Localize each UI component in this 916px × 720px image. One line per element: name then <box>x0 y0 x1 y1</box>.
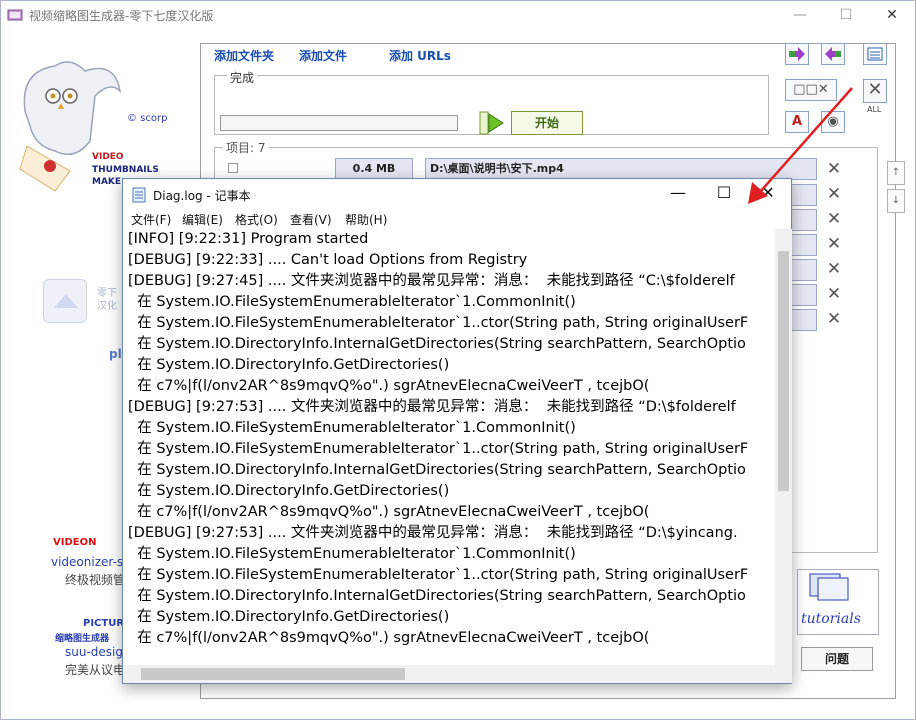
add-folder-link[interactable]: 添加文件夹 <box>214 47 274 64</box>
brand-line-3: MAKE <box>92 177 122 187</box>
checkbox-toggle-icon[interactable]: □□✕ <box>785 79 837 101</box>
videonizer-link[interactable]: videonizer-s <box>51 555 123 569</box>
notepad-title-bar[interactable]: Diag.log - 记事本 — ☐ ✕ <box>123 179 791 209</box>
item-count-label: 项目: 7 <box>223 139 269 156</box>
maximize-button[interactable]: ☐ <box>823 1 869 31</box>
log-line: [DEBUG] [9:27:53] .... 文件夹浏览器中的最常见异常：消息：… <box>128 399 736 415</box>
log-line: 在 c7%|f(l/onv2AR^8s9mqvQ%o".) sgrAtnevEl… <box>128 504 650 520</box>
start-button[interactable]: 开始 <box>511 111 583 135</box>
delete-row-icon[interactable]: ✕ <box>825 235 843 253</box>
film-icon <box>7 9 23 21</box>
row-cell <box>791 184 817 206</box>
log-line: 在 System.IO.DirectoryInfo.InternalGetDir… <box>128 588 746 604</box>
picture-link[interactable]: suu-design <box>65 645 131 659</box>
log-line: 在 System.IO.FileSystemEnumerableIterator… <box>128 420 576 436</box>
delete-row-icon[interactable]: ✕ <box>825 210 843 228</box>
menu-format[interactable]: 格式(O) <box>235 211 278 228</box>
play-icon[interactable] <box>479 111 505 135</box>
move-left-icon[interactable] <box>821 43 845 65</box>
log-line: 在 System.IO.FileSystemEnumerableIterator… <box>128 315 749 331</box>
row-checkbox[interactable] <box>228 163 238 173</box>
notepad-close-button[interactable]: ✕ <box>745 179 791 209</box>
progress-bar <box>220 115 458 131</box>
log-line: [DEBUG] [9:22:33] .... Can't load Option… <box>128 252 528 268</box>
notepad-horizontal-thumb[interactable] <box>141 668 405 680</box>
menu-help[interactable]: 帮助(H) <box>345 211 387 228</box>
delete-row-icon[interactable]: ✕ <box>825 260 843 278</box>
update-text: 零下 汉化 <box>97 288 117 312</box>
add-file-link[interactable]: 添加文件 <box>299 47 347 64</box>
picture-logo[interactable]: PICTUR <box>83 618 124 629</box>
menu-file[interactable]: 文件(F) <box>131 211 171 228</box>
picture-desc: 完美从议电 <box>65 663 126 677</box>
menu-view[interactable]: 查看(V) <box>290 211 332 228</box>
delete-row-icon[interactable]: ✕ <box>825 185 843 203</box>
delete-all-icon[interactable]: ✕ <box>863 79 887 103</box>
row-cell <box>791 209 817 231</box>
update-icon[interactable] <box>43 279 87 323</box>
videonizer-desc: 终极视频管 <box>65 573 126 587</box>
progress-label: 完成 <box>227 69 258 86</box>
picture-subtitle: 缩略图生成器 <box>55 634 110 644</box>
notepad-size-grip <box>775 665 792 683</box>
notepad-minimize-button[interactable]: — <box>655 179 701 209</box>
issue-button[interactable]: 问题 <box>801 647 873 671</box>
log-line: 在 System.IO.DirectoryInfo.InternalGetDir… <box>128 462 746 478</box>
author-credit: © scorp <box>127 113 168 124</box>
videonizer-logo[interactable]: VIDEON <box>53 537 96 548</box>
move-up-button[interactable]: ↑ <box>887 161 905 185</box>
row-cell <box>791 309 817 331</box>
move-down-button[interactable]: ↓ <box>887 189 905 213</box>
disc-icon[interactable]: ◉ <box>821 111 845 133</box>
brand-line-2: THUMBNAILS <box>92 165 159 175</box>
row-cell <box>791 259 817 281</box>
notepad-menu-bar: 文件(F) 编辑(E) 格式(O) 查看(V) 帮助(H) <box>123 209 791 229</box>
log-line: 在 System.IO.DirectoryInfo.InternalGetDir… <box>128 336 746 352</box>
notepad-text-area[interactable]: [INFO] [9:22:31] Program started [DEBUG] … <box>125 229 775 665</box>
tutorials-icon <box>809 573 849 601</box>
delete-row-icon[interactable]: ✕ <box>825 285 843 303</box>
row-cell <box>791 284 817 306</box>
font-icon[interactable]: A <box>785 111 809 133</box>
tutorials-label: tutorials <box>801 611 861 627</box>
log-line: 在 c7%|f(l/onv2AR^8s9mqvQ%o".) sgrAtnevEl… <box>128 630 650 646</box>
log-line: 在 System.IO.FileSystemEnumerableIterator… <box>128 294 576 310</box>
move-right-icon[interactable] <box>785 43 809 65</box>
log-line: 在 System.IO.FileSystemEnumerableIterator… <box>128 546 576 562</box>
file-size-cell: 0.4 MB <box>335 158 413 180</box>
title-bar: 视频缩略图生成器-零下七度汉化版 — ☐ ✕ <box>1 1 915 31</box>
log-line: 在 c7%|f(l/onv2AR^8s9mqvQ%o".) sgrAtnevEl… <box>128 378 650 394</box>
delete-row-icon[interactable]: ✕ <box>825 310 843 328</box>
menu-edit[interactable]: 编辑(E) <box>182 211 223 228</box>
delete-row-icon[interactable]: ✕ <box>825 160 843 178</box>
row-cell <box>791 234 817 256</box>
log-line: 在 System.IO.DirectoryInfo.GetDirectories… <box>128 357 450 373</box>
notepad-icon <box>132 187 146 203</box>
log-line: [DEBUG] [9:27:53] .... 文件夹浏览器中的最常见异常：消息：… <box>128 525 738 541</box>
notepad-maximize-button[interactable]: ☐ <box>701 179 747 209</box>
log-line: 在 System.IO.DirectoryInfo.GetDirectories… <box>128 483 450 499</box>
notepad-title: Diag.log - 记事本 <box>153 189 251 203</box>
log-line: 在 System.IO.FileSystemEnumerableIterator… <box>128 567 749 583</box>
notepad-vertical-thumb[interactable] <box>778 251 789 491</box>
file-path-cell: D:\桌面\说明书\安下.mp4 <box>425 158 817 180</box>
minimize-button[interactable]: — <box>777 1 823 31</box>
log-line: 在 System.IO.DirectoryInfo.GetDirectories… <box>128 609 450 625</box>
all-label: ALL <box>867 105 882 114</box>
close-button[interactable]: ✕ <box>869 1 915 31</box>
add-urls-link[interactable]: 添加 URLs <box>389 47 451 64</box>
log-line: [INFO] [9:22:31] Program started <box>128 231 369 247</box>
log-line: 在 System.IO.FileSystemEnumerableIterator… <box>128 441 749 457</box>
list-view-icon[interactable] <box>863 43 887 65</box>
brand-line-1: VIDEO <box>92 152 124 162</box>
log-line: [DEBUG] [9:27:45] .... 文件夹浏览器中的最常见异常：消息：… <box>128 273 735 289</box>
notepad-window[interactable]: Diag.log - 记事本 — ☐ ✕ 文件(F) 编辑(E) 格式(O) 查… <box>122 178 792 684</box>
window-title: 视频缩略图生成器-零下七度汉化版 <box>29 9 214 23</box>
